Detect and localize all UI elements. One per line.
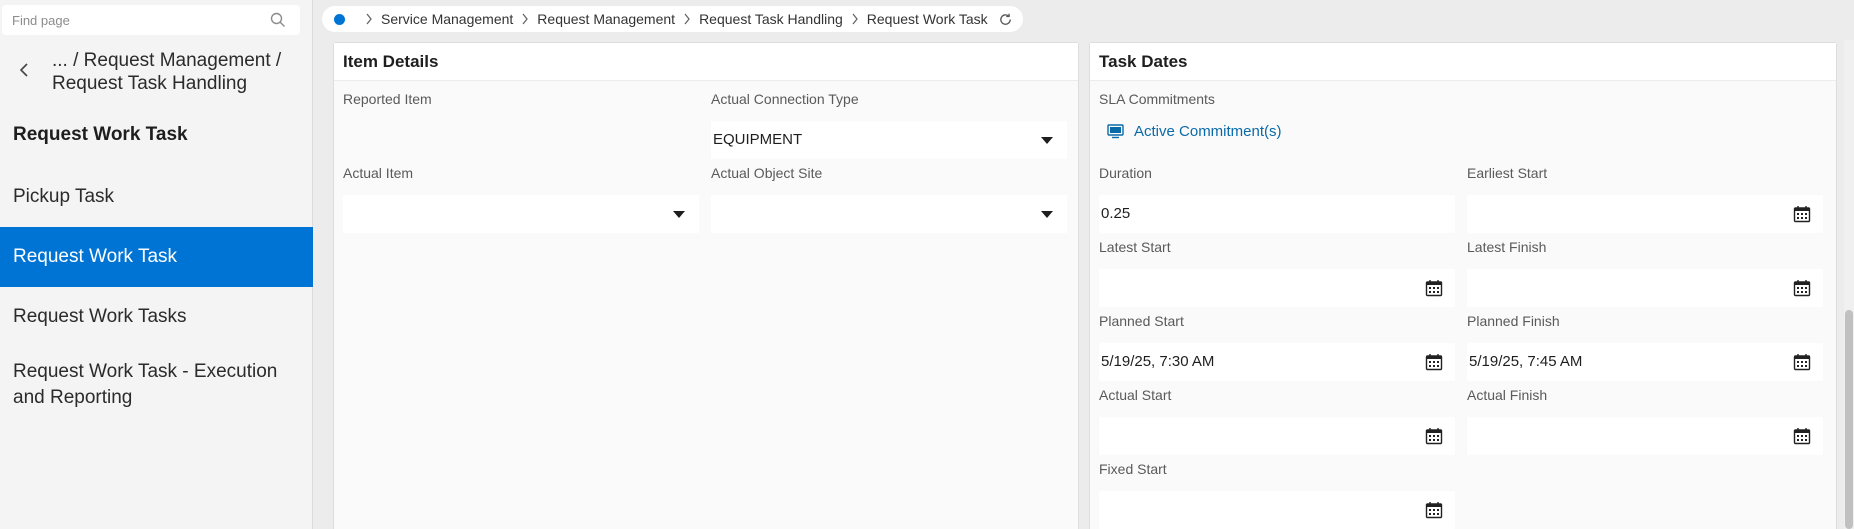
- sidebar: ... / Request Management / Request Task …: [0, 0, 313, 529]
- planned-finish-input[interactable]: 5/19/25, 7:45 AM: [1467, 343, 1823, 381]
- reported-item-field: Reported Item: [343, 91, 703, 111]
- latest-start-field: Latest Start: [1099, 239, 1455, 307]
- planned-start-input[interactable]: 5/19/25, 7:30 AM: [1099, 343, 1455, 381]
- calendar-icon[interactable]: [1793, 279, 1811, 297]
- duration-label: Duration: [1099, 165, 1152, 181]
- actual-start-label: Actual Start: [1099, 387, 1172, 403]
- sidebar-item-request-work-task[interactable]: Request Work Task: [0, 227, 313, 287]
- actual-finish-field: Actual Finish: [1467, 387, 1823, 455]
- find-page-input[interactable]: [2, 5, 262, 35]
- earliest-start-input[interactable]: [1467, 195, 1823, 233]
- sidebar-item-request-work-tasks[interactable]: Request Work Tasks: [0, 287, 313, 347]
- calendar-icon[interactable]: [1425, 279, 1443, 297]
- breadcrumb-item[interactable]: Request Task Handling: [699, 11, 843, 27]
- reported-item-label: Reported Item: [343, 91, 432, 107]
- planned-start-label: Planned Start: [1099, 313, 1184, 329]
- actual-start-input[interactable]: [1099, 417, 1455, 455]
- find-page-search: [2, 5, 300, 35]
- actual-object-site-label: Actual Object Site: [711, 165, 823, 181]
- latest-start-input[interactable]: [1099, 269, 1455, 307]
- chevron-right-icon: [522, 13, 529, 25]
- actual-connection-type-select[interactable]: EQUIPMENT: [711, 121, 1067, 159]
- dropdown-caret-icon[interactable]: [1041, 211, 1053, 218]
- monitor-icon: [1107, 124, 1124, 139]
- sidebar-item-pickup-task[interactable]: Pickup Task: [0, 167, 313, 227]
- chevron-right-icon: [366, 13, 372, 25]
- calendar-icon[interactable]: [1425, 353, 1443, 371]
- dropdown-caret-icon[interactable]: [1041, 137, 1053, 144]
- task-dates-title: Task Dates: [1090, 43, 1836, 81]
- dropdown-caret-icon[interactable]: [673, 211, 685, 218]
- fixed-start-label: Fixed Start: [1099, 461, 1167, 477]
- back-chevron-icon[interactable]: [14, 60, 34, 80]
- planned-start-field: Planned Start 5/19/25, 7:30 AM: [1099, 313, 1455, 381]
- actual-finish-input[interactable]: [1467, 417, 1823, 455]
- calendar-icon[interactable]: [1425, 501, 1443, 519]
- actual-connection-type-label: Actual Connection Type: [711, 91, 859, 107]
- duration-input[interactable]: 0.25: [1099, 195, 1455, 233]
- sla-commitments-field: SLA Commitments: [1099, 91, 1459, 111]
- actual-item-label: Actual Item: [343, 165, 414, 181]
- latest-start-label: Latest Start: [1099, 239, 1171, 255]
- earliest-start-label: Earliest Start: [1467, 165, 1548, 181]
- planned-finish-label: Planned Finish: [1467, 313, 1560, 329]
- item-details-title: Item Details: [334, 43, 1078, 81]
- scrollbar-thumb[interactable]: [1845, 310, 1853, 529]
- item-details-panel: Item Details Reported Item Actual Connec…: [333, 42, 1079, 529]
- task-dates-panel: Task Dates SLA Commitments Active Commit…: [1089, 42, 1837, 529]
- chevron-right-icon: [684, 13, 690, 25]
- actual-object-site-select[interactable]: [711, 195, 1067, 233]
- page-title: Request Work Task: [13, 124, 188, 145]
- actual-object-site-field: Actual Object Site: [711, 165, 1067, 233]
- earliest-start-field: Earliest Start: [1467, 165, 1823, 233]
- actual-connection-type-field: Actual Connection Type EQUIPMENT: [711, 91, 1067, 159]
- actual-item-select[interactable]: [343, 195, 699, 233]
- active-commitments-link[interactable]: Active Commitment(s): [1107, 123, 1282, 140]
- planned-finish-value: 5/19/25, 7:45 AM: [1469, 353, 1583, 370]
- page-scrollbar[interactable]: [1844, 40, 1854, 529]
- planned-finish-field: Planned Finish 5/19/25, 7:45 AM: [1467, 313, 1823, 381]
- sidebar-nav: Pickup Task Request Work Task Request Wo…: [0, 167, 313, 423]
- latest-finish-field: Latest Finish: [1467, 239, 1823, 307]
- active-commitments-label[interactable]: Active Commitment(s): [1134, 123, 1282, 140]
- actual-finish-label: Actual Finish: [1467, 387, 1548, 403]
- actual-item-field: Actual Item: [343, 165, 699, 233]
- sidebar-path[interactable]: ... / Request Management / Request Task …: [52, 49, 302, 95]
- fixed-start-input[interactable]: [1099, 491, 1455, 529]
- breadcrumb-item-current[interactable]: Request Work Task: [867, 11, 988, 27]
- actual-connection-type-value: EQUIPMENT: [713, 131, 803, 148]
- refresh-icon[interactable]: [998, 12, 1013, 27]
- breadcrumb: Service Management Request Management Re…: [322, 6, 1023, 32]
- latest-finish-label: Latest Finish: [1467, 239, 1547, 255]
- chevron-right-icon: [852, 13, 858, 25]
- calendar-icon[interactable]: [1793, 205, 1811, 223]
- breadcrumb-item[interactable]: Request Management: [537, 11, 675, 27]
- actual-start-field: Actual Start: [1099, 387, 1455, 455]
- home-dot-icon[interactable]: [334, 13, 345, 25]
- sla-commitments-label: SLA Commitments: [1099, 91, 1215, 107]
- search-icon[interactable]: [270, 12, 286, 28]
- latest-finish-input[interactable]: [1467, 269, 1823, 307]
- calendar-icon[interactable]: [1425, 427, 1443, 445]
- sidebar-item-execution-reporting[interactable]: Request Work Task - Execution and Report…: [0, 347, 313, 423]
- duration-value: 0.25: [1101, 205, 1131, 222]
- planned-start-value: 5/19/25, 7:30 AM: [1101, 353, 1215, 370]
- breadcrumb-item[interactable]: Service Management: [381, 11, 513, 27]
- duration-field: Duration 0.25: [1099, 165, 1455, 233]
- calendar-icon[interactable]: [1793, 353, 1811, 371]
- fixed-start-field: Fixed Start: [1099, 461, 1455, 529]
- calendar-icon[interactable]: [1793, 427, 1811, 445]
